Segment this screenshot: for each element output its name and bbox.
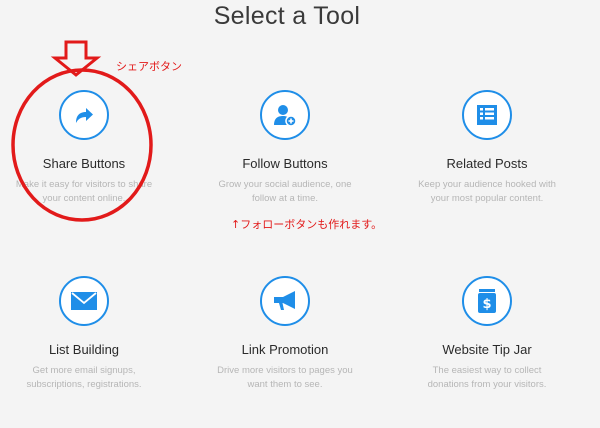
tool-link-promotion[interactable]: Link Promotion Drive more visitors to pa… (190, 276, 380, 392)
megaphone-icon (260, 276, 310, 326)
tool-description-line: follow at a time. (252, 193, 318, 204)
tool-description-line: Keep your audience hooked with (418, 179, 556, 190)
tool-name: Follow Buttons (242, 156, 328, 171)
page-title: Select a Tool (213, 2, 361, 30)
tool-description: The easiest way to collect donations fro… (392, 364, 582, 392)
tool-description-line: your most popular content. (430, 193, 544, 204)
tool-description: Make it easy for visitors to share your … (0, 178, 179, 206)
tool-website-tip-jar[interactable]: $ Website Tip Jar The easiest way to col… (392, 276, 582, 392)
tool-description: Get more email signups, subscriptions, r… (0, 364, 179, 392)
tool-description-line: Drive more visitors to pages you (217, 365, 353, 376)
tool-description-line: your content online. (42, 193, 126, 204)
tool-description-line: want them to see. (247, 379, 323, 390)
dollar-jar-icon: $ (462, 276, 512, 326)
tool-name: Website Tip Jar (442, 342, 532, 357)
tool-description-line: subscriptions, registrations. (26, 379, 142, 390)
tool-related-posts[interactable]: Related Posts Keep your audience hooked … (392, 90, 582, 206)
tool-description-line: The easiest way to collect (432, 365, 542, 376)
svg-text:$: $ (482, 297, 491, 312)
tool-description-line: Get more email signups, (32, 365, 136, 376)
tool-share-buttons[interactable]: Share Buttons Make it easy for visitors … (0, 90, 179, 206)
tool-name: Link Promotion (241, 342, 329, 357)
tool-description: Keep your audience hooked with your most… (392, 178, 582, 206)
annotation-share-label: シェアボタン (116, 60, 182, 73)
tool-name: Related Posts (446, 156, 528, 171)
tool-description: Drive more visitors to pages you want th… (190, 364, 380, 392)
tool-list-building[interactable]: List Building Get more email signups, su… (0, 276, 179, 392)
annotation-follow-note: ↑フォローボタンも作れます。 (231, 218, 383, 231)
list-icon (462, 90, 512, 140)
tool-name: Share Buttons (42, 156, 126, 171)
add-user-icon (260, 90, 310, 140)
tool-name: List Building (48, 342, 120, 357)
tool-follow-buttons[interactable]: Follow Buttons Grow your social audience… (190, 90, 380, 206)
tool-description: Grow your social audience, one follow at… (190, 178, 380, 206)
annotation-down-arrow (50, 40, 102, 77)
share-arrow-icon (59, 90, 109, 140)
envelope-icon (59, 276, 109, 326)
tool-description-line: Make it easy for visitors to share (15, 179, 153, 190)
tool-description-line: Grow your social audience, one (218, 179, 352, 190)
tool-description-line: donations from your visitors. (427, 379, 547, 390)
